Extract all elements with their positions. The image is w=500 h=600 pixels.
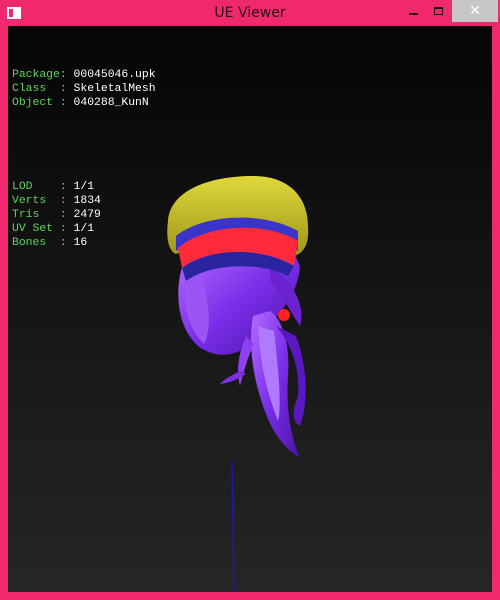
info-label: Verts :	[12, 195, 67, 207]
info-label: Class :	[12, 83, 67, 95]
close-button[interactable]: ✕	[452, 0, 498, 22]
close-icon: ✕	[469, 3, 481, 19]
3d-viewport[interactable]: Package: 00045046.upk Class : SkeletalMes…	[8, 26, 492, 592]
hat-mesh	[167, 176, 309, 281]
info-value: 040288_KunN	[66, 97, 149, 109]
info-row: Package: 00045046.upk	[12, 68, 156, 82]
mesh-info-panel: Package: 00045046.upk Class : SkeletalMes…	[12, 40, 156, 278]
info-value: 2479	[66, 209, 101, 221]
info-value: 00045046.upk	[66, 69, 156, 81]
hair-tie	[278, 309, 290, 321]
info-row: LOD : 1/1	[12, 180, 156, 194]
info-value: 1834	[66, 195, 101, 207]
info-row: Verts : 1834	[12, 194, 156, 208]
info-row: Bones : 16	[12, 236, 156, 250]
info-value: 16	[66, 237, 88, 249]
title-bar[interactable]: UE Viewer ✕	[0, 0, 500, 26]
info-value: SkeletalMesh	[66, 83, 156, 95]
app-window: UE Viewer ✕ Package: 00045046.upk Class …	[0, 0, 500, 600]
info-row: Tris : 2479	[12, 208, 156, 222]
axis-line	[231, 460, 235, 592]
info-row: UV Set : 1/1	[12, 222, 156, 236]
maximize-button[interactable]	[426, 0, 452, 22]
maximize-icon	[434, 7, 443, 15]
info-row: Class : SkeletalMesh	[12, 82, 156, 96]
minimize-button[interactable]	[400, 0, 426, 22]
info-label: Tris :	[12, 209, 67, 221]
info-value: 1/1	[66, 223, 95, 235]
info-label: Bones :	[12, 237, 67, 249]
info-label: UV Set :	[12, 223, 67, 235]
info-row: Object : 040288_KunN	[12, 96, 156, 110]
hair-mesh	[178, 251, 306, 458]
info-label: Object :	[12, 97, 67, 109]
info-value: 1/1	[66, 181, 95, 193]
info-label: LOD :	[12, 181, 67, 193]
info-label: Package:	[12, 69, 67, 81]
minimize-icon	[409, 13, 418, 15]
